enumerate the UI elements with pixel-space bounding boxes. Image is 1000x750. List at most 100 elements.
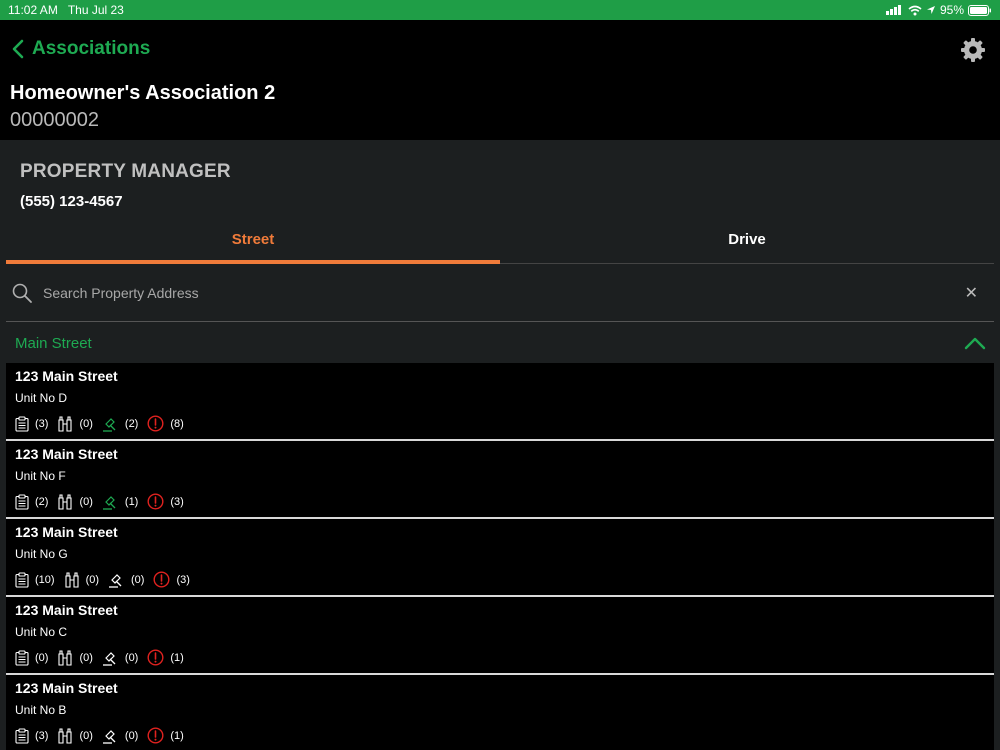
status-bar: 11:02 AM Thu Jul 23 95% bbox=[0, 0, 1000, 20]
chevron-left-icon bbox=[12, 39, 24, 59]
clipboard-icon bbox=[15, 415, 29, 432]
property-unit: Unit No B bbox=[15, 703, 67, 717]
list-item[interactable]: 123 Main Street Unit No G (10) (0) (0) (… bbox=[6, 519, 994, 597]
violations-count: (1) bbox=[124, 495, 139, 508]
clipboard-icon bbox=[15, 727, 29, 744]
location-arrow-icon bbox=[926, 6, 935, 14]
violations-stat[interactable]: (0) bbox=[102, 650, 138, 666]
inspections-count: (0) bbox=[79, 651, 93, 664]
binoculars-icon bbox=[58, 493, 73, 510]
alerts-stat[interactable]: (3) bbox=[147, 493, 184, 510]
property-address: 123 Main Street bbox=[15, 446, 118, 462]
search-bar: ✕ bbox=[6, 264, 994, 322]
tab-street[interactable]: Street bbox=[6, 228, 500, 264]
group-label: Main Street bbox=[15, 334, 92, 352]
gavel-icon bbox=[102, 495, 116, 510]
notes-stat[interactable]: (3) bbox=[15, 727, 49, 744]
property-manager-phone[interactable]: (555) 123-4567 bbox=[20, 193, 123, 210]
property-unit: Unit No C bbox=[15, 625, 68, 639]
notes-stat[interactable]: (10) bbox=[15, 571, 55, 588]
chevron-up-icon[interactable] bbox=[964, 336, 986, 350]
notes-count: (3) bbox=[35, 729, 49, 742]
cellular-signal-icon bbox=[885, 5, 901, 15]
clipboard-icon bbox=[15, 571, 29, 588]
violations-count: (0) bbox=[131, 573, 145, 586]
binoculars-icon bbox=[58, 415, 73, 432]
group-header-main-street[interactable]: Main Street bbox=[6, 323, 994, 363]
alert-icon bbox=[147, 493, 164, 510]
property-unit: Unit No F bbox=[15, 469, 66, 483]
violations-stat[interactable]: (1) bbox=[102, 494, 138, 510]
battery-icon bbox=[968, 4, 991, 16]
list-item[interactable]: 123 Main Street Unit No D (3) (0) (2) (8… bbox=[6, 363, 994, 441]
tab-bar: Street Drive bbox=[6, 228, 994, 264]
inspections-stat[interactable]: (0) bbox=[57, 415, 93, 432]
property-manager-heading: PROPERTY MANAGER bbox=[20, 161, 231, 182]
battery-percent: 95% bbox=[939, 3, 964, 17]
alerts-stat[interactable]: (3) bbox=[153, 571, 190, 588]
violations-stat[interactable]: (0) bbox=[108, 572, 144, 588]
alert-icon bbox=[147, 727, 164, 744]
nav-header: Associations Homeowner's Association 2 0… bbox=[0, 20, 1000, 140]
violations-count: (0) bbox=[124, 729, 139, 742]
inspections-stat[interactable]: (0) bbox=[57, 649, 93, 666]
property-stats: (3) (0) (2) (8) bbox=[15, 415, 985, 432]
binoculars-icon bbox=[58, 727, 73, 744]
alerts-count: (8) bbox=[170, 417, 184, 430]
inspections-count: (0) bbox=[79, 729, 93, 742]
inspections-count: (0) bbox=[85, 573, 100, 586]
binoculars-icon bbox=[65, 571, 79, 588]
property-stats: (10) (0) (0) (3) bbox=[15, 571, 985, 588]
inspections-stat[interactable]: (0) bbox=[57, 493, 93, 510]
list-item[interactable]: 123 Main Street Unit No C (0) (0) (0) (1… bbox=[6, 597, 994, 675]
search-input[interactable] bbox=[43, 284, 923, 301]
alert-icon bbox=[147, 415, 164, 432]
property-unit: Unit No D bbox=[15, 391, 68, 405]
notes-count: (3) bbox=[35, 417, 49, 430]
clipboard-icon bbox=[15, 493, 29, 510]
list-item[interactable]: 123 Main Street Unit No B (3) (0) (0) (1… bbox=[6, 675, 994, 750]
violations-stat[interactable]: (2) bbox=[102, 416, 138, 432]
alerts-count: (3) bbox=[176, 573, 190, 586]
property-panel: PROPERTY MANAGER (555) 123-4567 Street D… bbox=[0, 140, 1000, 750]
alerts-count: (1) bbox=[170, 729, 184, 742]
settings-gear-icon[interactable] bbox=[960, 37, 986, 63]
back-button[interactable]: Associations bbox=[12, 38, 150, 60]
notes-count: (10) bbox=[35, 573, 55, 586]
violations-stat[interactable]: (0) bbox=[102, 728, 138, 744]
notes-stat[interactable]: (3) bbox=[15, 415, 49, 432]
property-address: 123 Main Street bbox=[15, 524, 118, 540]
alert-icon bbox=[147, 649, 164, 666]
back-label: Associations bbox=[32, 38, 151, 59]
alerts-stat[interactable]: (8) bbox=[147, 415, 184, 432]
property-stats: (2) (0) (1) (3) bbox=[15, 493, 985, 510]
clear-search-icon[interactable]: ✕ bbox=[965, 283, 978, 303]
alerts-count: (1) bbox=[170, 651, 184, 664]
notes-count: (0) bbox=[35, 651, 49, 664]
property-address: 123 Main Street bbox=[15, 368, 118, 384]
status-date: Thu Jul 23 bbox=[67, 3, 124, 17]
inspections-count: (0) bbox=[79, 495, 93, 508]
property-address: 123 Main Street bbox=[15, 602, 118, 618]
inspections-stat[interactable]: (0) bbox=[64, 571, 100, 588]
alerts-stat[interactable]: (1) bbox=[147, 727, 184, 744]
clipboard-icon bbox=[15, 649, 29, 666]
list-item[interactable]: 123 Main Street Unit No F (2) (0) (1) (3… bbox=[6, 441, 994, 519]
association-name: Homeowner's Association 2 bbox=[10, 82, 276, 104]
gavel-icon bbox=[109, 573, 122, 588]
alerts-stat[interactable]: (1) bbox=[147, 649, 184, 666]
property-list: 123 Main Street Unit No D (3) (0) (2) (8… bbox=[6, 363, 994, 750]
status-time: 11:02 AM bbox=[8, 3, 58, 17]
notes-stat[interactable]: (2) bbox=[15, 493, 48, 510]
property-stats: (3) (0) (0) (1) bbox=[15, 727, 985, 744]
gavel-icon bbox=[102, 417, 116, 432]
tab-drive[interactable]: Drive bbox=[500, 228, 994, 263]
violations-count: (0) bbox=[124, 651, 139, 664]
wifi-icon bbox=[908, 5, 922, 15]
notes-stat[interactable]: (0) bbox=[15, 649, 49, 666]
property-unit: Unit No G bbox=[15, 547, 68, 561]
inspections-stat[interactable]: (0) bbox=[57, 727, 93, 744]
alert-icon bbox=[153, 571, 170, 588]
property-address: 123 Main Street bbox=[15, 680, 118, 696]
association-number: 00000002 bbox=[10, 109, 99, 131]
